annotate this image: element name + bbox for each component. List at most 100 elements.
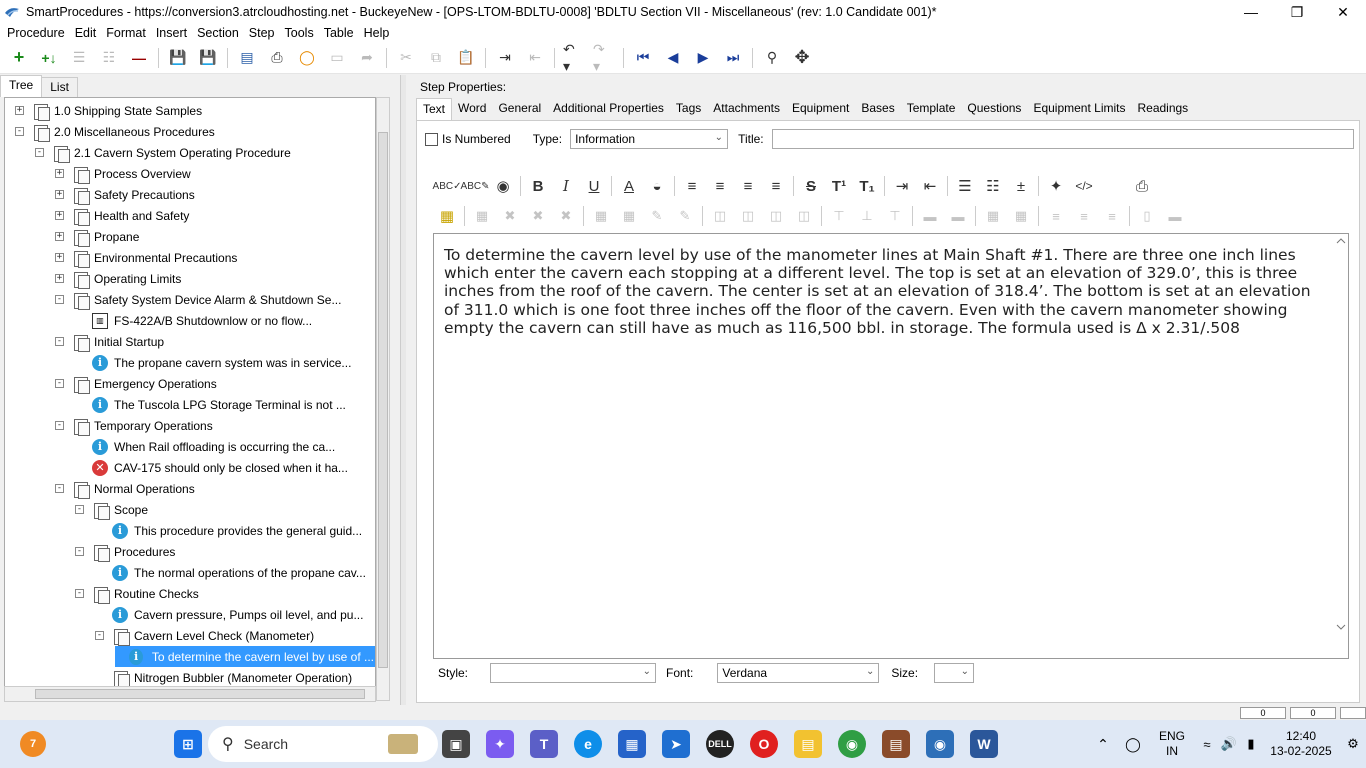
tab-readings[interactable]: Readings bbox=[1131, 98, 1194, 120]
volume-icon[interactable]: 🔊 bbox=[1218, 736, 1240, 752]
print-preview-icon[interactable]: ⎙ bbox=[1131, 175, 1153, 197]
copilot-icon[interactable]: ✦ bbox=[486, 730, 514, 758]
tab-tree[interactable]: Tree bbox=[0, 75, 43, 97]
insert-symbol-icon[interactable]: ± bbox=[1010, 175, 1032, 197]
share-icon[interactable]: ➦ bbox=[356, 47, 378, 69]
tab-equipment-limits[interactable]: Equipment Limits bbox=[1027, 98, 1131, 120]
menu-section[interactable]: Section bbox=[192, 26, 244, 40]
tree-item[interactable]: + Health and Safety bbox=[55, 205, 189, 226]
menu-edit[interactable]: Edit bbox=[70, 26, 102, 40]
align-left-icon[interactable]: ≡ bbox=[681, 175, 703, 197]
tree-horizontal-scrollbar[interactable] bbox=[4, 686, 376, 702]
decrease-indent-icon[interactable]: ⇤ bbox=[919, 175, 941, 197]
tree-item[interactable]: ▥ FS-422A/B Shutdownlow or no flow... bbox=[75, 310, 312, 331]
last-icon[interactable]: ⏭ bbox=[722, 47, 744, 69]
menu-tools[interactable]: Tools bbox=[280, 26, 319, 40]
step-text-editor[interactable]: To determine the cavern level by use of … bbox=[433, 233, 1349, 659]
tree-item[interactable]: i When Rail offloading is occurring the c… bbox=[75, 436, 335, 457]
strikethrough-icon[interactable]: S bbox=[800, 175, 822, 197]
add-icon[interactable]: + bbox=[8, 47, 30, 69]
numbered-list-icon[interactable]: ☷ bbox=[982, 175, 1004, 197]
file-explorer-icon[interactable]: ▤ bbox=[794, 730, 822, 758]
collapse-icon[interactable]: - bbox=[55, 295, 64, 304]
edge-icon[interactable]: e bbox=[574, 730, 602, 758]
insert-table-icon[interactable]: ▦ bbox=[436, 205, 458, 227]
tab-general[interactable]: General bbox=[492, 98, 547, 120]
undo-icon[interactable]: ↶ ▾ bbox=[563, 41, 585, 74]
web-icon[interactable]: ◉ bbox=[492, 175, 514, 197]
save-copy-icon[interactable]: 💾 bbox=[167, 47, 189, 69]
tab-equipment[interactable]: Equipment bbox=[786, 98, 855, 120]
tree-item[interactable]: + Safety Precautions bbox=[55, 184, 195, 205]
expand-icon[interactable]: + bbox=[55, 190, 64, 199]
window-icon[interactable]: ▭ bbox=[326, 47, 348, 69]
increase-indent-icon[interactable]: ⇥ bbox=[891, 175, 913, 197]
remove-icon[interactable]: — bbox=[128, 47, 150, 69]
menu-help[interactable]: Help bbox=[359, 26, 395, 40]
tab-list[interactable]: List bbox=[41, 77, 78, 97]
close-button[interactable]: ✕ bbox=[1320, 0, 1366, 24]
font-select[interactable]: Verdana ⌄ bbox=[717, 663, 880, 683]
tab-template[interactable]: Template bbox=[901, 98, 962, 120]
network-status-icon[interactable]: ◯ bbox=[1118, 736, 1148, 753]
tree-item[interactable]: - Initial Startup bbox=[55, 331, 164, 352]
browser-icon[interactable]: ◯ bbox=[296, 47, 318, 69]
spellcheck-options-icon[interactable]: ABC✎ bbox=[461, 175, 490, 197]
word-icon[interactable]: W bbox=[970, 730, 998, 758]
redo-icon[interactable]: ↷ ▾ bbox=[593, 41, 615, 74]
paste-icon[interactable]: 📋 bbox=[455, 47, 477, 69]
html-source-icon[interactable]: </> bbox=[1073, 175, 1095, 197]
type-select[interactable]: Information ⌄ bbox=[570, 129, 729, 149]
smartprocedures-icon[interactable]: ◉ bbox=[926, 730, 954, 758]
bold-icon[interactable]: B bbox=[527, 175, 549, 197]
menu-step[interactable]: Step bbox=[244, 26, 280, 40]
move-icon[interactable]: ✥ bbox=[791, 47, 813, 69]
align-center-icon[interactable]: ≡ bbox=[709, 175, 731, 197]
tree-item[interactable]: i The Tuscola LPG Storage Terminal is not… bbox=[75, 394, 346, 415]
tab-tags[interactable]: Tags bbox=[670, 98, 707, 120]
list-icon[interactable]: ☰ bbox=[68, 47, 90, 69]
minimize-button[interactable]: — bbox=[1228, 0, 1274, 24]
subscript-icon[interactable]: T₁ bbox=[856, 175, 878, 197]
previous-icon[interactable]: ◀ bbox=[662, 47, 684, 69]
bullet-list-icon[interactable]: ☰ bbox=[954, 175, 976, 197]
collapse-icon[interactable]: - bbox=[15, 127, 24, 136]
find-icon[interactable]: ⚲ bbox=[761, 47, 783, 69]
tree-item[interactable]: i To determine the cavern level by use of… bbox=[115, 646, 375, 667]
tree-item[interactable]: + Process Overview bbox=[55, 163, 191, 184]
menu-table[interactable]: Table bbox=[319, 26, 359, 40]
tree-vertical-scrollbar[interactable] bbox=[376, 97, 390, 701]
collapse-icon[interactable]: - bbox=[55, 337, 64, 346]
align-right-icon[interactable]: ≡ bbox=[737, 175, 759, 197]
store-icon[interactable]: ▦ bbox=[618, 730, 646, 758]
tree-item[interactable]: i The normal operations of the propane ca… bbox=[95, 562, 366, 583]
style-select[interactable]: ⌄ bbox=[490, 663, 657, 683]
tab-additional-properties[interactable]: Additional Properties bbox=[547, 98, 670, 120]
collapse-icon[interactable]: - bbox=[55, 421, 64, 430]
tree-item[interactable]: - 2.1 Cavern System Operating Procedure bbox=[35, 142, 291, 163]
expand-icon[interactable]: + bbox=[55, 274, 64, 283]
expand-icon[interactable]: + bbox=[55, 253, 64, 262]
battery-icon[interactable]: ▮ bbox=[1240, 736, 1262, 752]
teams-icon[interactable]: T bbox=[530, 730, 558, 758]
indent-icon[interactable]: ⇥ bbox=[494, 47, 516, 69]
collapse-icon[interactable]: - bbox=[55, 379, 64, 388]
chrome-icon[interactable]: ◉ bbox=[838, 730, 866, 758]
tree-item[interactable]: - Temporary Operations bbox=[55, 415, 213, 436]
opera-icon[interactable]: O bbox=[750, 730, 778, 758]
menu-format[interactable]: Format bbox=[101, 26, 151, 40]
outdent-icon[interactable]: ⇤ bbox=[524, 47, 546, 69]
underline-icon[interactable]: U bbox=[583, 175, 605, 197]
publish-icon[interactable]: ▤ bbox=[236, 47, 258, 69]
tree-item[interactable]: ✕ CAV-175 should only be closed when it h… bbox=[75, 457, 348, 478]
tab-word[interactable]: Word bbox=[452, 98, 492, 120]
expand-icon[interactable]: + bbox=[15, 106, 24, 115]
tree-item[interactable]: + Environmental Precautions bbox=[55, 247, 237, 268]
tab-questions[interactable]: Questions bbox=[961, 98, 1027, 120]
tree-item[interactable]: Nitrogen Bubbler (Manometer Operation) bbox=[95, 667, 352, 688]
tree-item[interactable]: - Routine Checks bbox=[75, 583, 199, 604]
superscript-icon[interactable]: T¹ bbox=[828, 175, 850, 197]
font-color-icon[interactable]: A bbox=[618, 175, 640, 197]
collapse-icon[interactable]: - bbox=[95, 631, 104, 640]
clock[interactable]: 12:40 13-02-2025 bbox=[1262, 729, 1340, 759]
